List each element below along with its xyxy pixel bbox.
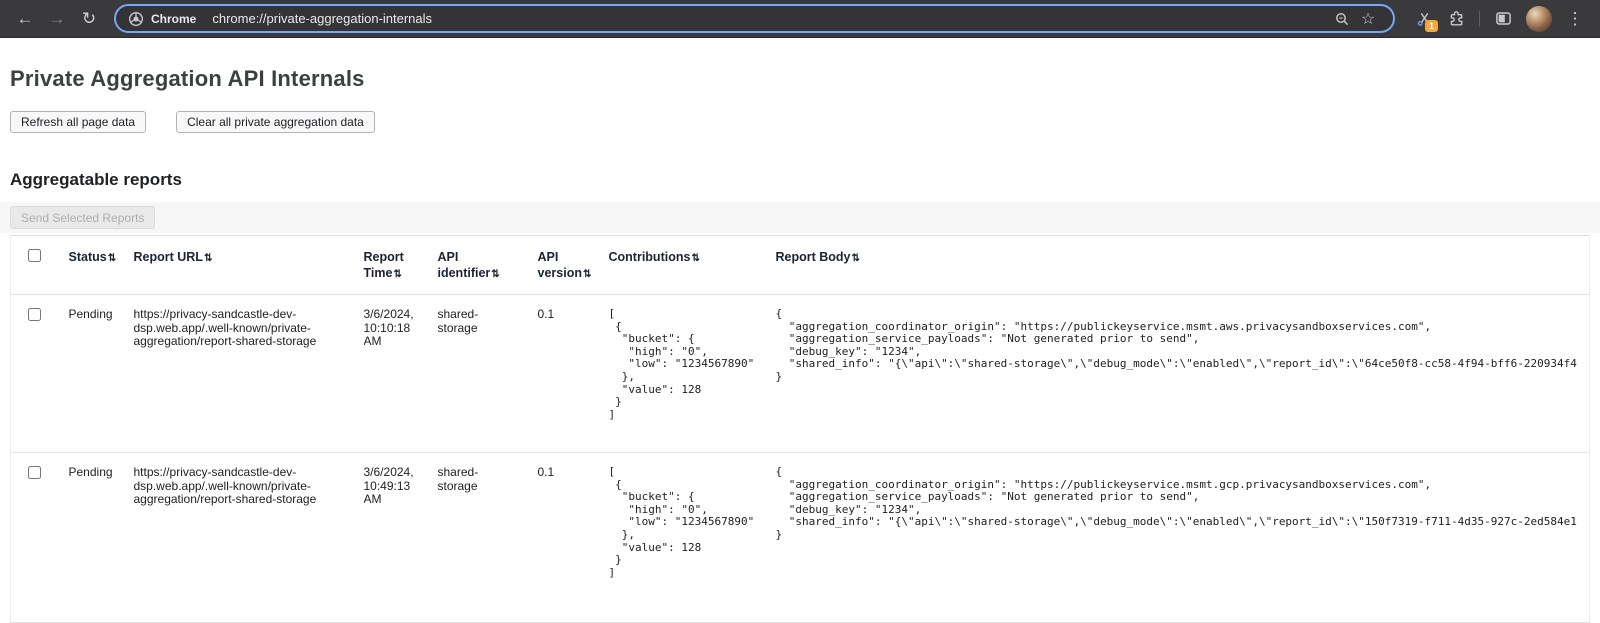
header-report-body-label: Report Body (776, 250, 851, 264)
header-api-version[interactable]: API version⇅ (538, 236, 609, 295)
header-contributions[interactable]: Contributions⇅ (609, 236, 776, 295)
contributions-json: [ { "bucket": { "high": "0", "low": "123… (609, 466, 768, 579)
header-api-version-label: API version (538, 250, 582, 280)
page-title: Private Aggregation API Internals (10, 66, 1600, 92)
report-body-cell: { "aggregation_coordinator_origin": "htt… (776, 295, 1590, 453)
header-report-time[interactable]: Report Time⇅ (364, 236, 438, 295)
header-report-url[interactable]: Report URL⇅ (134, 236, 364, 295)
row-checkbox[interactable] (28, 466, 41, 479)
aggregatable-reports-heading: Aggregatable reports (10, 170, 1600, 190)
toolbar-divider (1479, 11, 1480, 27)
side-panel-icon[interactable] (1488, 4, 1518, 34)
reports-table: Status⇅ Report URL⇅ Report Time⇅ API ide… (10, 235, 1590, 623)
bookmark-star-icon[interactable]: ☆ (1355, 6, 1381, 32)
select-all-checkbox[interactable] (28, 249, 41, 262)
api-version-cell: 0.1 (538, 453, 609, 623)
page-actions: Refresh all page data Clear all private … (10, 111, 1600, 133)
address-bar[interactable]: Chrome chrome://private-aggregation-inte… (114, 4, 1395, 33)
page-content: Private Aggregation API Internals Refres… (0, 66, 1600, 623)
row-checkbox[interactable] (28, 308, 41, 321)
header-api-identifier-label: API identifier (438, 250, 491, 280)
chrome-logo-icon (128, 11, 144, 27)
api-version-cell: 0.1 (538, 295, 609, 453)
scissors-extension-icon[interactable]: 1 (1409, 4, 1439, 34)
menu-kebab-icon[interactable]: ⋮ (1560, 4, 1590, 34)
contributions-cell: [ { "bucket": { "high": "0", "low": "123… (609, 453, 776, 623)
contributions-json: [ { "bucket": { "high": "0", "low": "123… (609, 308, 768, 421)
back-icon[interactable]: ← (10, 4, 40, 34)
url-text[interactable]: chrome://private-aggregation-internals (212, 11, 1329, 26)
status-cell: Pending (69, 453, 134, 623)
report-url-cell: https://privacy-sandcastle-dev-dsp.web.a… (134, 295, 364, 453)
report-row: Pending https://privacy-sandcastle-dev-d… (11, 295, 1590, 453)
header-status-label: Status (69, 250, 107, 264)
clear-all-button[interactable]: Clear all private aggregation data (176, 111, 375, 133)
api-identifier-cell: shared-storage (438, 295, 538, 453)
forward-icon[interactable]: → (42, 4, 72, 34)
profile-avatar[interactable] (1526, 6, 1552, 32)
sort-icon: ⇅ (852, 253, 860, 264)
header-status[interactable]: Status⇅ (69, 236, 134, 295)
sort-icon: ⇅ (204, 253, 212, 264)
sort-icon: ⇅ (691, 253, 699, 264)
sort-icon: ⇅ (393, 269, 401, 280)
report-body-json: { "aggregation_coordinator_origin": "htt… (776, 308, 1582, 384)
reload-icon[interactable]: ↻ (74, 4, 104, 34)
browser-toolbar: ← → ↻ Chrome chrome://private-aggregatio… (0, 0, 1600, 38)
refresh-all-button[interactable]: Refresh all page data (10, 111, 146, 133)
report-body-cell: { "aggregation_coordinator_origin": "htt… (776, 453, 1590, 623)
extensions-puzzle-icon[interactable] (1441, 4, 1471, 34)
header-report-url-label: Report URL (134, 250, 203, 264)
sort-icon: ⇅ (491, 269, 499, 280)
header-api-identifier[interactable]: API identifier⇅ (438, 236, 538, 295)
report-time-cell: 3/6/2024, 10:49:13 AM (364, 453, 438, 623)
send-selected-reports-button[interactable]: Send Selected Reports (10, 206, 155, 229)
report-body-json: { "aggregation_coordinator_origin": "htt… (776, 466, 1582, 542)
report-time-cell: 3/6/2024, 10:10:18 AM (364, 295, 438, 453)
api-identifier-cell: shared-storage (438, 453, 538, 623)
zoom-icon[interactable] (1329, 6, 1355, 32)
sort-icon: ⇅ (108, 253, 116, 264)
extension-badge: 1 (1425, 20, 1438, 32)
sort-icon: ⇅ (583, 269, 591, 280)
header-report-body[interactable]: Report Body⇅ (776, 236, 1590, 295)
reports-table-toolbar: Send Selected Reports (0, 202, 1600, 233)
header-contributions-label: Contributions (609, 250, 691, 264)
table-header-row: Status⇅ Report URL⇅ Report Time⇅ API ide… (11, 236, 1590, 295)
report-row: Pending https://privacy-sandcastle-dev-d… (11, 453, 1590, 623)
status-cell: Pending (69, 295, 134, 453)
contributions-cell: [ { "bucket": { "high": "0", "low": "123… (609, 295, 776, 453)
report-url-cell: https://privacy-sandcastle-dev-dsp.web.a… (134, 453, 364, 623)
url-scheme-chip: Chrome (151, 12, 196, 26)
